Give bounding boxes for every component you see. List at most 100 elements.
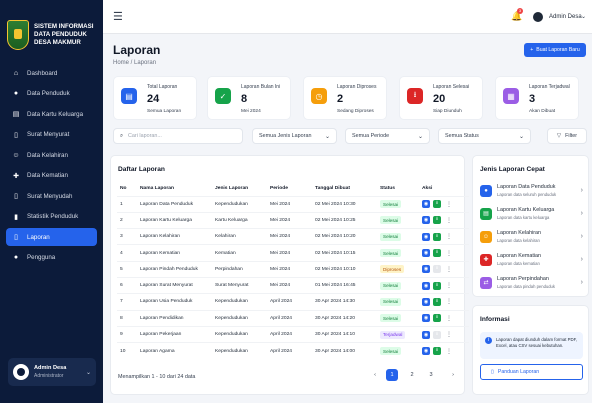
sidebar-item-data-penduduk[interactable]: ● Data Penduduk — [6, 85, 97, 103]
user-avatar-icon[interactable] — [533, 12, 543, 22]
table-row[interactable]: 1 Laporan Data Penduduk Kependudukan Mei 20… — [117, 195, 469, 213]
quick-report-perpindahan[interactable]: ⇄ Laporan Perpindahan Laporan data pindah… — [480, 270, 583, 295]
brand-line-3: DESA MAKMUR — [34, 39, 81, 46]
download-icon[interactable]: ⭳ — [433, 265, 441, 274]
download-icon[interactable]: ⭳ — [433, 249, 441, 258]
cell-no: 7 — [117, 293, 137, 311]
filter-button[interactable]: ▽ Filter — [547, 128, 587, 144]
view-icon[interactable]: ◉ — [422, 232, 430, 241]
cell-tanggal: 02 Mei 2024 10:30 — [312, 195, 377, 213]
more-options-icon[interactable]: ⋮ — [444, 282, 452, 289]
sidebar-user-menu[interactable]: Admin Desa Administrator ⌄ — [8, 358, 96, 386]
quick-report-label: Laporan Kematian — [497, 253, 542, 260]
sidebar-item-kematian[interactable]: ✚ Data Kematian — [6, 167, 97, 185]
download-icon[interactable]: ⭳ — [433, 281, 441, 290]
more-options-icon[interactable]: ⋮ — [444, 250, 452, 257]
search-placeholder: Cari laporan... — [128, 133, 162, 139]
download-icon[interactable]: ⭳ — [433, 330, 441, 339]
search-icon: ⌕ — [120, 132, 124, 139]
sidebar-item-kelahiran[interactable]: ☺ Data Kelahiran — [6, 146, 97, 164]
sidebar-item-surat-menyurat[interactable]: ▯ Surat Menyurat — [6, 126, 97, 144]
stat-label: Laporan Terjadwal — [529, 84, 570, 90]
sidebar-item-pengguna[interactable]: ● Pengguna — [6, 249, 97, 267]
cell-no: 5 — [117, 260, 137, 278]
cell-aksi: ◉ ⭳ ⋮ — [419, 195, 469, 213]
view-icon[interactable]: ◉ — [422, 347, 430, 356]
table-row[interactable]: 6 Laporan Surat Menyurat Surat Menyurat Mei… — [117, 276, 469, 294]
cell-periode: Mei 2024 — [267, 260, 312, 278]
topbar: ☰ 🔔 3 Admin Desa ⌄ — [103, 0, 592, 34]
view-icon[interactable]: ◉ — [422, 330, 430, 339]
create-report-button[interactable]: + Buat Laporan Baru — [524, 43, 586, 57]
guide-button[interactable]: ▯ Panduan Laporan — [480, 364, 583, 380]
brand[interactable]: SISTEM INFORMASI DATA PENDUDUK DESA MAKM… — [0, 0, 103, 58]
more-options-icon[interactable]: ⋮ — [444, 315, 452, 322]
download-icon[interactable]: ⭳ — [433, 200, 441, 209]
table-row[interactable]: 3 Laporan Kelahiran Kelahiran Mei 2024 02 Me… — [117, 228, 469, 245]
table-row[interactable]: 4 Laporan Kematian Kematian Mei 2024 02 Mei … — [117, 244, 469, 262]
page-button-1[interactable]: 1 — [386, 369, 398, 381]
table-row[interactable]: 2 Laporan Kartu Keluarga Kartu Keluarga Mei… — [117, 211, 469, 229]
periode-select[interactable]: Semua Periode ⌄ — [345, 128, 430, 144]
table-row[interactable]: 10 Laporan Agama Kependudukan April 2024 30 … — [117, 342, 469, 359]
sidebar-item-surat-menyudah[interactable]: ▯ Surat Menyudah — [6, 187, 97, 205]
cell-periode: April 2024 — [267, 293, 312, 311]
view-icon[interactable]: ◉ — [422, 249, 430, 258]
sidebar-item-dashboard[interactable]: ⌂ Dashboard — [6, 64, 97, 82]
view-icon[interactable]: ◉ — [422, 265, 430, 274]
search-input[interactable]: ⌕ Cari laporan... — [113, 128, 243, 144]
breadcrumb[interactable]: Home / Laporan — [113, 60, 156, 66]
cell-aksi: ◉ ⭳ ⋮ — [419, 342, 469, 359]
more-options-icon[interactable]: ⋮ — [444, 348, 452, 355]
cell-jenis: Kependudukan — [212, 195, 267, 213]
cell-tanggal: 30 Apr 2024 14:30 — [312, 293, 377, 311]
table-row[interactable]: 5 Laporan Pindah Penduduk Perpindahan Mei 2… — [117, 260, 469, 278]
page-button-2[interactable]: 2 — [406, 369, 418, 381]
chevron-down-icon[interactable]: ⌄ — [581, 13, 586, 20]
jenis-select[interactable]: Semua Jenis Laporan ⌄ — [252, 128, 337, 144]
view-icon[interactable]: ◉ — [422, 216, 430, 225]
more-options-icon[interactable]: ⋮ — [444, 201, 452, 208]
stat-sub: Sedang Diproses — [337, 109, 374, 114]
view-icon[interactable]: ◉ — [422, 281, 430, 290]
cell-aksi: ◉ ⭳ ⋮ — [419, 309, 469, 327]
cell-status: Selesai — [377, 276, 419, 294]
table-row[interactable]: 7 Laporan Usia Penduduk Kependudukan April … — [117, 293, 469, 311]
sidebar-item-laporan[interactable]: ▯ Laporan — [6, 228, 97, 246]
cell-nama: Laporan Surat Menyurat — [137, 276, 212, 294]
download-icon[interactable]: ⭳ — [433, 347, 441, 356]
menu-toggle-icon[interactable]: ☰ — [113, 10, 123, 23]
view-icon[interactable]: ◉ — [422, 200, 430, 209]
next-page-button[interactable]: › — [447, 369, 459, 381]
col-aksi: Aksi — [422, 185, 433, 191]
top-user-name[interactable]: Admin Desa — [549, 14, 582, 20]
download-icon[interactable]: ⭳ — [433, 314, 441, 323]
more-options-icon[interactable]: ⋮ — [444, 217, 452, 224]
quick-report-penduduk[interactable]: ● Laporan Data Penduduk Laporan data selu… — [480, 178, 583, 203]
download-icon[interactable]: ⭳ — [433, 232, 441, 241]
page-button-3[interactable]: 3 — [425, 369, 437, 381]
status-select[interactable]: Semua Status ⌄ — [438, 128, 531, 144]
quick-report-kematian[interactable]: ✚ Laporan Kematian Laporan data kematian … — [480, 247, 583, 272]
sidebar-item-statistik[interactable]: ▮ Statistik Penduduk — [6, 208, 97, 226]
cell-status: Terjadwal — [377, 325, 419, 343]
prev-page-button[interactable]: ‹ — [369, 369, 381, 381]
cell-tanggal: 30 Apr 2024 14:10 — [312, 325, 377, 343]
more-options-icon[interactable]: ⋮ — [444, 266, 452, 273]
quick-report-kk[interactable]: ▤ Laporan Kartu Keluarga Laporan data kar… — [480, 201, 583, 226]
view-icon[interactable]: ◉ — [422, 314, 430, 323]
table-row[interactable]: 8 Laporan Pendidikan Kependudukan April 202… — [117, 309, 469, 327]
sidebar-item-kartu-keluarga[interactable]: ▤ Data Kartu Keluarga — [6, 105, 97, 123]
status-value: Semua Status — [445, 133, 479, 139]
table-row[interactable]: 9 Laporan Pekerjaan Kependudukan April 2024… — [117, 325, 469, 343]
view-icon[interactable]: ◉ — [422, 297, 430, 306]
quick-report-kelahiran[interactable]: ☺ Laporan Kelahiran Laporan data kelahira… — [480, 224, 583, 249]
cell-no: 2 — [117, 211, 137, 229]
download-icon[interactable]: ⭳ — [433, 297, 441, 306]
status-badge: Selesai — [380, 314, 402, 323]
download-icon[interactable]: ⭳ — [433, 216, 441, 225]
more-options-icon[interactable]: ⋮ — [444, 298, 452, 305]
more-options-icon[interactable]: ⋮ — [444, 331, 452, 338]
table-header-row: No Nama Laporan Jenis Laporan Periode Ta… — [117, 181, 469, 196]
more-options-icon[interactable]: ⋮ — [444, 233, 452, 240]
